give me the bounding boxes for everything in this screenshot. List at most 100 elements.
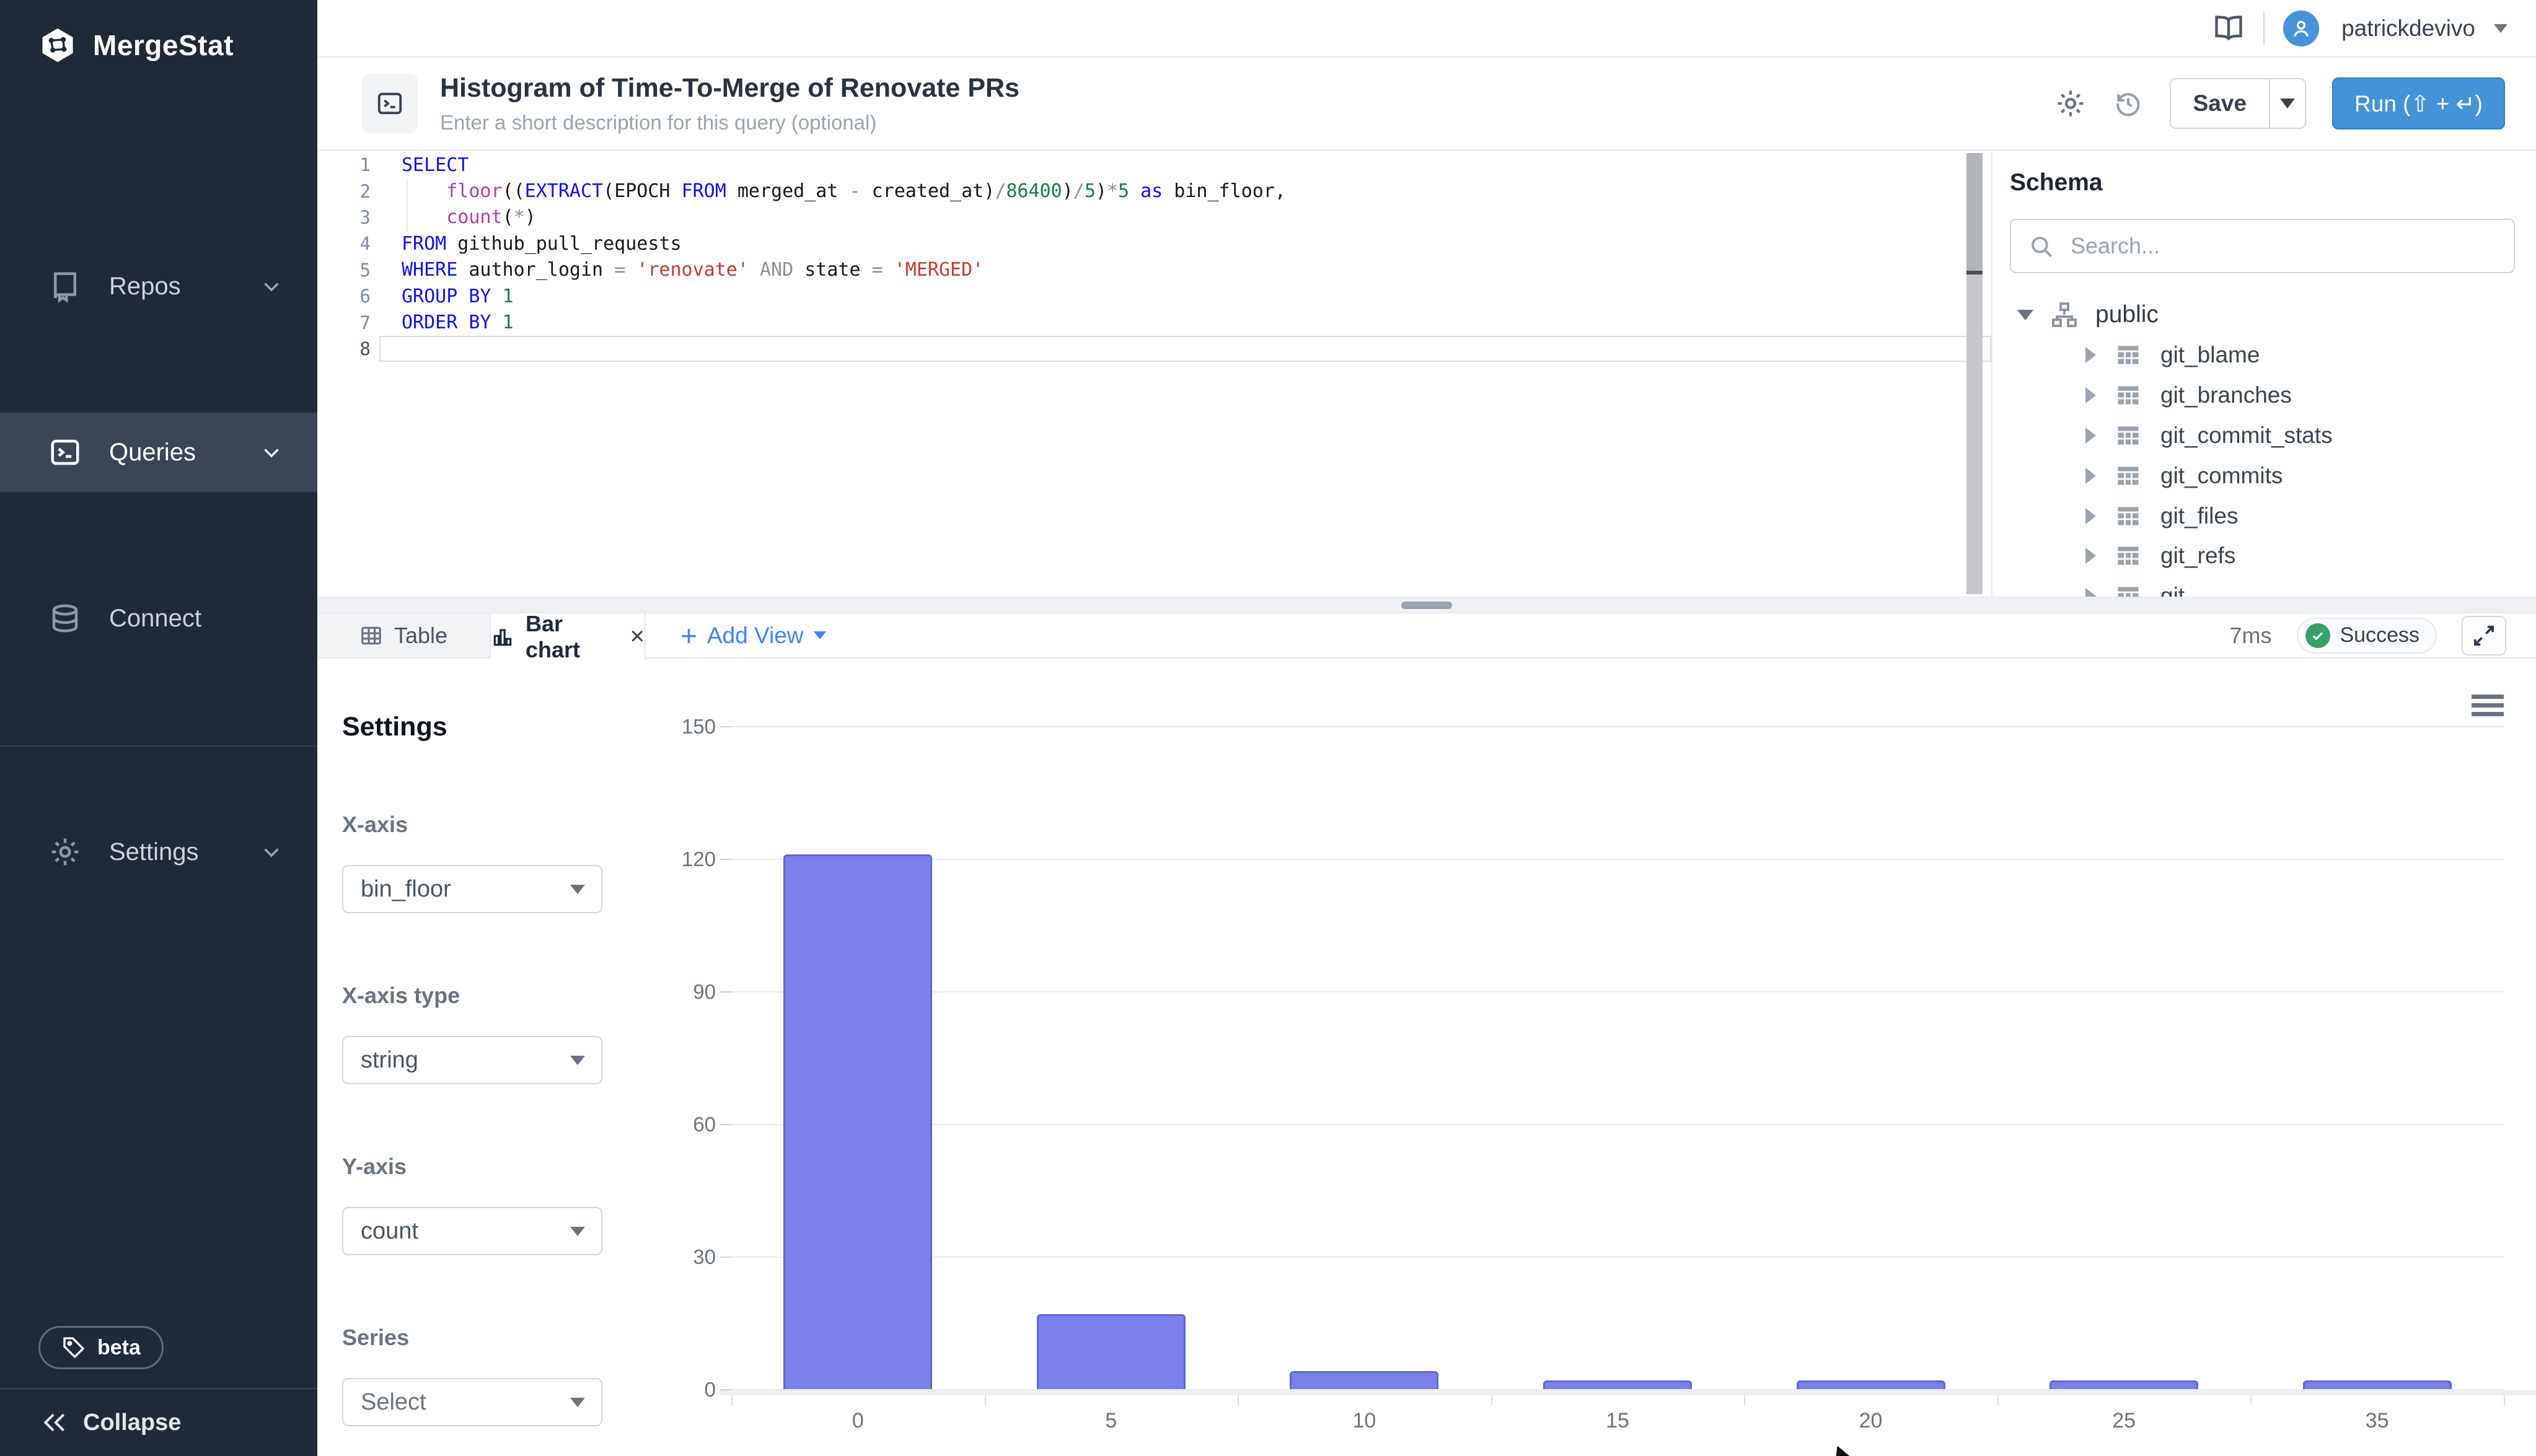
results-status-area: 7ms Success bbox=[2229, 613, 2536, 657]
schema-table-row[interactable]: git_commit_stats bbox=[1992, 416, 2536, 456]
bar-0[interactable] bbox=[783, 854, 932, 1389]
chevron-down-icon bbox=[260, 841, 283, 863]
code-line[interactable]: 8 bbox=[317, 336, 1991, 362]
query-description-input[interactable] bbox=[440, 111, 1184, 134]
code-line[interactable]: 6GROUP BY 1 bbox=[317, 283, 1991, 309]
repo-icon bbox=[48, 270, 82, 303]
caret-right-icon[interactable] bbox=[2085, 548, 2096, 564]
tab-bar-chart[interactable]: Bar chart × bbox=[491, 613, 646, 660]
code-line[interactable]: 2 floor((EXTRACT(EPOCH FROM merged_at - … bbox=[317, 178, 1991, 204]
x-axis-select[interactable]: bin_floor bbox=[342, 865, 602, 913]
x-tick bbox=[731, 1395, 733, 1405]
caret-down-icon[interactable] bbox=[2017, 310, 2033, 320]
tab-table[interactable]: Table bbox=[317, 613, 491, 657]
avatar[interactable] bbox=[2283, 11, 2319, 46]
caret-right-icon[interactable] bbox=[2085, 428, 2096, 444]
y-tick-label: 150 bbox=[648, 715, 716, 739]
save-button[interactable]: Save bbox=[2171, 79, 2269, 128]
bar-25[interactable] bbox=[2049, 1380, 2198, 1389]
x-tick bbox=[985, 1395, 986, 1405]
select-caret-icon bbox=[570, 885, 585, 894]
status-label: Success bbox=[2340, 623, 2420, 647]
caret-right-icon[interactable] bbox=[2085, 347, 2096, 363]
y-axis-value: count bbox=[361, 1218, 418, 1245]
bar-20[interactable] bbox=[1797, 1380, 1945, 1389]
x-tick bbox=[2504, 1395, 2505, 1405]
schema-tree: public git_blame git_branches git_commit_s… bbox=[1992, 294, 2536, 597]
code-lines: 1SELECT2 floor((EXTRACT(EPOCH FROM merge… bbox=[317, 152, 1991, 362]
schema-table-row[interactable]: git_ bbox=[1992, 576, 2536, 597]
terminal-icon bbox=[48, 436, 82, 469]
x-tick-label: 35 bbox=[2334, 1409, 2421, 1433]
sql-editor[interactable]: 1SELECT2 floor((EXTRACT(EPOCH FROM merge… bbox=[317, 152, 1991, 597]
add-view-button[interactable]: + Add View bbox=[680, 613, 826, 657]
caret-right-icon[interactable] bbox=[2085, 387, 2096, 403]
line-content: ORDER BY 1 bbox=[379, 309, 1991, 335]
query-settings-gear-icon[interactable] bbox=[2054, 87, 2087, 120]
code-line[interactable]: 7ORDER BY 1 bbox=[317, 309, 1991, 335]
line-number: 2 bbox=[317, 181, 379, 202]
editor-scrollbar[interactable] bbox=[1966, 153, 1983, 594]
bar-10[interactable] bbox=[1290, 1371, 1438, 1389]
schema-table-row[interactable]: git_branches bbox=[1992, 375, 2536, 416]
schema-search-input[interactable] bbox=[2010, 219, 2515, 273]
x-axis-type-select[interactable]: string bbox=[342, 1036, 602, 1084]
code-line[interactable]: 5WHERE author_login = 'renovate' AND sta… bbox=[317, 257, 1991, 283]
tab-label: Table bbox=[394, 623, 447, 649]
schema-node-public[interactable]: public bbox=[1992, 294, 2536, 335]
save-menu-caret[interactable] bbox=[2269, 79, 2305, 128]
chart-menu-icon[interactable] bbox=[2472, 695, 2504, 716]
chevron-down-icon bbox=[260, 275, 283, 297]
x-tick-label: 20 bbox=[1828, 1409, 1914, 1433]
code-line[interactable]: 4FROM github_pull_requests bbox=[317, 230, 1991, 257]
user-menu-caret-icon[interactable] bbox=[2494, 24, 2507, 33]
close-icon[interactable]: × bbox=[630, 623, 645, 651]
schema-table-row[interactable]: git_refs bbox=[1992, 536, 2536, 576]
brand-name: MergeStat bbox=[93, 29, 234, 62]
line-content: WHERE author_login = 'renovate' AND stat… bbox=[379, 257, 1991, 283]
database-icon bbox=[48, 602, 82, 635]
y-axis-select[interactable]: count bbox=[342, 1207, 602, 1255]
sidebar-divider bbox=[0, 745, 317, 747]
query-history-icon[interactable] bbox=[2113, 88, 2144, 119]
expand-icon[interactable] bbox=[2462, 616, 2506, 656]
query-title[interactable]: Histogram of Time-To-Merge of Renovate P… bbox=[440, 73, 1184, 103]
schema-table-row[interactable]: git_files bbox=[1992, 496, 2536, 536]
bar-15[interactable] bbox=[1543, 1380, 1692, 1389]
top-bar: patrickdevivo bbox=[317, 0, 2536, 58]
sidebar-item-queries[interactable]: Queries bbox=[0, 413, 317, 491]
splitter-drag-handle[interactable] bbox=[1401, 602, 1452, 609]
schema-table-label: git_commit_stats bbox=[2160, 423, 2333, 449]
series-select[interactable]: Select bbox=[342, 1378, 602, 1426]
collapse-button[interactable]: Collapse bbox=[0, 1388, 317, 1456]
docs-book-icon[interactable] bbox=[2212, 12, 2245, 45]
horizontal-splitter[interactable] bbox=[317, 597, 2536, 613]
run-button[interactable]: Run (⇧ + ↵) bbox=[2332, 77, 2505, 129]
editor-scrollbar-thumb[interactable] bbox=[1966, 153, 1983, 274]
x-axis-type-label: X-axis type bbox=[342, 983, 645, 1009]
code-line[interactable]: 3 count(*) bbox=[317, 204, 1991, 230]
results-tab-bar: Table Bar chart × + Add View 7ms Success bbox=[317, 613, 2536, 659]
username[interactable]: patrickdevivo bbox=[2341, 15, 2475, 42]
caret-right-icon[interactable] bbox=[2085, 468, 2096, 484]
x-tick bbox=[1238, 1395, 1239, 1405]
schema-node-label: public bbox=[2095, 301, 2159, 328]
sidebar-item-repos[interactable]: Repos bbox=[0, 247, 317, 325]
y-tick bbox=[720, 1124, 731, 1125]
bar-5[interactable] bbox=[1037, 1314, 1186, 1389]
sidebar-item-settings[interactable]: Settings bbox=[0, 813, 317, 891]
code-line[interactable]: 1SELECT bbox=[317, 152, 1991, 178]
indent-guide bbox=[407, 180, 408, 231]
bar-35[interactable] bbox=[2303, 1380, 2452, 1389]
caret-right-icon[interactable] bbox=[2085, 508, 2096, 524]
line-content: FROM github_pull_requests bbox=[379, 230, 1991, 257]
query-meta: Histogram of Time-To-Merge of Renovate P… bbox=[440, 73, 1184, 134]
tag-icon bbox=[61, 1335, 86, 1360]
caret-right-icon[interactable] bbox=[2085, 588, 2096, 597]
schema-table-row[interactable]: git_commits bbox=[1992, 455, 2536, 496]
schema-table-row[interactable]: git_blame bbox=[1992, 335, 2536, 375]
y-tick bbox=[720, 859, 731, 860]
schema-table-label: git_branches bbox=[2160, 382, 2292, 408]
sidebar-item-label: Settings bbox=[109, 838, 199, 866]
sidebar-item-connect[interactable]: Connect bbox=[0, 579, 317, 657]
